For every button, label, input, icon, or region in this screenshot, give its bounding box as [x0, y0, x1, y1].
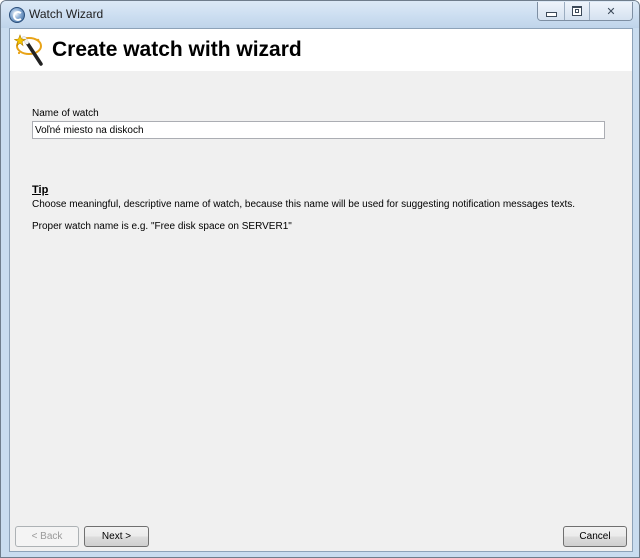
close-button[interactable]: ✕	[589, 2, 632, 20]
wizard-header: Create watch with wizard	[10, 29, 632, 71]
app-icon[interactable]	[9, 7, 25, 23]
minimize-button[interactable]	[538, 2, 564, 20]
next-button[interactable]: Next >	[84, 526, 149, 547]
watch-name-input[interactable]	[32, 121, 605, 139]
wizard-client-area: Create watch with wizard Name of watch T…	[9, 28, 633, 552]
maximize-button[interactable]	[564, 2, 589, 20]
minimize-icon	[545, 12, 557, 17]
tip-example: Proper watch name is e.g. "Free disk spa…	[32, 221, 292, 232]
window-title: Watch Wizard	[29, 7, 104, 21]
window-controls: ✕	[537, 2, 633, 21]
cancel-button[interactable]: Cancel	[563, 526, 627, 547]
wizard-content: Name of watch Tip Choose meaningful, des…	[10, 71, 632, 551]
maximize-icon	[572, 6, 582, 16]
title-bar[interactable]: Watch Wizard ✕	[1, 1, 639, 28]
name-of-watch-label: Name of watch	[32, 108, 99, 119]
tip-heading: Tip	[32, 184, 49, 196]
wizard-wand-icon	[14, 34, 43, 66]
tip-text: Choose meaningful, descriptive name of w…	[32, 199, 576, 210]
close-icon: ✕	[606, 4, 616, 18]
wizard-window: Watch Wizard ✕ Create watch with wizard …	[0, 0, 640, 558]
page-title: Create watch with wizard	[52, 38, 302, 61]
back-button[interactable]: < Back	[15, 526, 79, 547]
